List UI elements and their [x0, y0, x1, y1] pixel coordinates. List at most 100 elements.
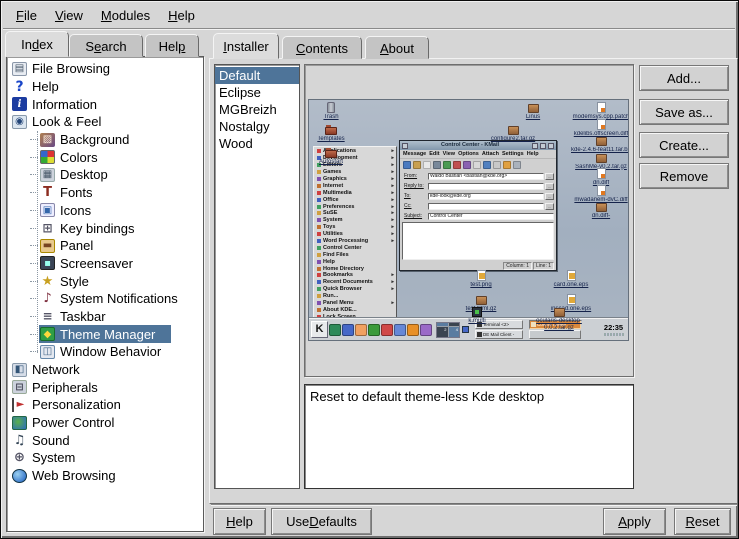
sidebar-item-sound[interactable]: Sound: [7, 431, 203, 449]
reset-button[interactable]: Reset: [674, 508, 731, 535]
theme-list-item-wood[interactable]: Wood: [215, 135, 299, 152]
sidebar-item-label: Screensaver: [60, 256, 133, 271]
menubar-item-modules[interactable]: Modules: [92, 4, 159, 27]
sidebar-item-peripherals[interactable]: Peripherals: [7, 378, 203, 396]
mail-menu-help: Help: [527, 151, 539, 157]
tab-contents[interactable]: Contents: [282, 36, 362, 59]
submenu-arrow-icon: ▸: [391, 272, 394, 278]
panel-applet-icon: [462, 326, 469, 333]
kmenu-item-icon: [317, 218, 321, 222]
sidebar-item-label: Key bindings: [60, 221, 134, 236]
submenu-arrow-icon: ▸: [391, 279, 394, 285]
panel-clock: 22:35: [601, 324, 626, 336]
panel-launcher-icon: [355, 324, 367, 336]
sidebar-item-label: Window Behavior: [60, 344, 161, 359]
sidebar-item-information[interactable]: Information: [7, 95, 203, 113]
sidebar-item-personalization[interactable]: Personalization: [7, 396, 203, 414]
sidebar-item-power-control[interactable]: Power Control: [7, 414, 203, 432]
kmenu-item-icon: [317, 260, 321, 264]
mail-toolbar-icon: [483, 161, 491, 169]
pager-cell: [437, 323, 448, 327]
kmenu-item-icon: [317, 294, 321, 298]
theme-list-item-nostalgy[interactable]: Nostalgy: [215, 118, 299, 135]
desktop-icon-card-one-eps: card.one.eps: [541, 270, 601, 289]
menubar-item-help[interactable]: Help: [159, 4, 204, 27]
kmenu-item-icon: [317, 211, 321, 215]
kmenu-item-utilities: Utilities▸: [314, 231, 396, 238]
kmenu-item-icon: [317, 267, 321, 271]
mail-toolbar: [400, 159, 556, 171]
clock-date: [604, 333, 624, 336]
save-as-button[interactable]: Save as...: [639, 99, 729, 125]
kmenu-item-label: Utilities: [323, 231, 391, 237]
sidebar-item-label: Look & Feel: [32, 114, 101, 129]
kmenu-item-find-files: Find Files: [314, 251, 396, 258]
kmenu-item-label: Games: [323, 169, 391, 175]
clock-time: 22:35: [601, 324, 626, 332]
sidebar-item-file-browsing[interactable]: File Browsing: [7, 60, 203, 78]
system-notifications-icon: [40, 292, 55, 306]
tab-help[interactable]: Help: [145, 34, 199, 57]
kmenu-item-control-center: Control Center: [314, 244, 396, 251]
mail-status-cell: Column: 1: [503, 262, 532, 270]
tab-installer[interactable]: Installer: [213, 33, 279, 59]
sidebar-item-help[interactable]: Help: [7, 78, 203, 96]
apply-button[interactable]: Apply: [603, 508, 666, 535]
mail-field-input-subject: Control Center: [428, 213, 554, 220]
theme-list-item-mgbreizh[interactable]: MGBreizh: [215, 101, 299, 118]
kmenu-item-office: Office▸: [314, 196, 396, 203]
use-defaults-button[interactable]: Use Defaults: [271, 508, 372, 535]
sidebar-item-web-browsing[interactable]: Web Browsing: [7, 467, 203, 485]
theme-list[interactable]: DefaultEclipseMGBreizhNostalgyWood: [214, 64, 300, 489]
sidebar-item-system[interactable]: System: [7, 449, 203, 467]
browse-button: ...: [545, 193, 554, 200]
create-button[interactable]: Create...: [639, 132, 729, 158]
help-button[interactable]: Help: [213, 508, 266, 535]
sidebar-item-label: File Browsing: [32, 61, 110, 76]
tab-index[interactable]: Index: [5, 31, 69, 57]
kmenu-item-system: System▸: [314, 217, 396, 224]
sidebar-item-look-feel[interactable]: Look & Feel: [7, 113, 203, 131]
page-icon: [597, 102, 606, 113]
page-icon: [597, 119, 606, 130]
desktop-icon-label: Trash: [308, 114, 361, 121]
style-icon: [40, 274, 55, 288]
desktop-icon-label: k.multi: [447, 318, 507, 325]
kmenu-item-graphics: Graphics▸: [314, 176, 396, 183]
menubar-item-file[interactable]: File: [7, 4, 46, 27]
tab-about[interactable]: About: [365, 36, 429, 59]
sidebar-item-network[interactable]: Network: [7, 361, 203, 379]
desktop-icon-label: Templates: [308, 136, 361, 143]
add-button[interactable]: Add...: [639, 65, 729, 91]
tree-cell: System: [11, 449, 79, 467]
background-icon: [40, 133, 55, 147]
kmenu-item-toys: Toys▸: [314, 224, 396, 231]
remove-button[interactable]: Remove: [639, 163, 729, 189]
mail-status-cell: Line: 1: [533, 262, 554, 270]
tree-cell: Style: [39, 272, 93, 290]
mail-toolbar-icon: [413, 161, 421, 169]
desktop-icon-test-png: test.png: [451, 270, 511, 289]
panel-launcher-icon: [381, 324, 393, 336]
theme-list-item-eclipse[interactable]: Eclipse: [215, 84, 299, 101]
desktop-icon-dn-diff: dn.diff-: [571, 201, 629, 220]
network-icon: [12, 363, 27, 377]
submenu-arrow-icon: ▸: [391, 176, 394, 182]
package-icon: [596, 154, 607, 163]
kmenu-item-icon: [317, 232, 321, 236]
theme-list-item-default[interactable]: Default: [215, 67, 299, 84]
menubar-item-view[interactable]: View: [46, 4, 92, 27]
tab-search[interactable]: Search: [69, 34, 143, 57]
submenu-arrow-icon: ▸: [391, 197, 394, 203]
kmenu-item-icon: [317, 273, 321, 277]
image-icon: [567, 294, 576, 305]
trash-icon: [327, 102, 335, 113]
panel-launcher-icon: [420, 324, 432, 336]
mail-toolbar-icon: [473, 161, 481, 169]
mail-menubar: MessageEditViewOptionsAttachSettingsHelp: [400, 150, 556, 159]
kmenu-item-label: Recent Documents: [323, 279, 391, 285]
kmenu-item-games: Games▸: [314, 169, 396, 176]
kmenu-item-icon: [317, 287, 321, 291]
kmenu-item-label: Help: [323, 259, 394, 265]
kde-control-center-window: FileViewModulesHelp File BrowsingHelpInf…: [0, 0, 739, 539]
